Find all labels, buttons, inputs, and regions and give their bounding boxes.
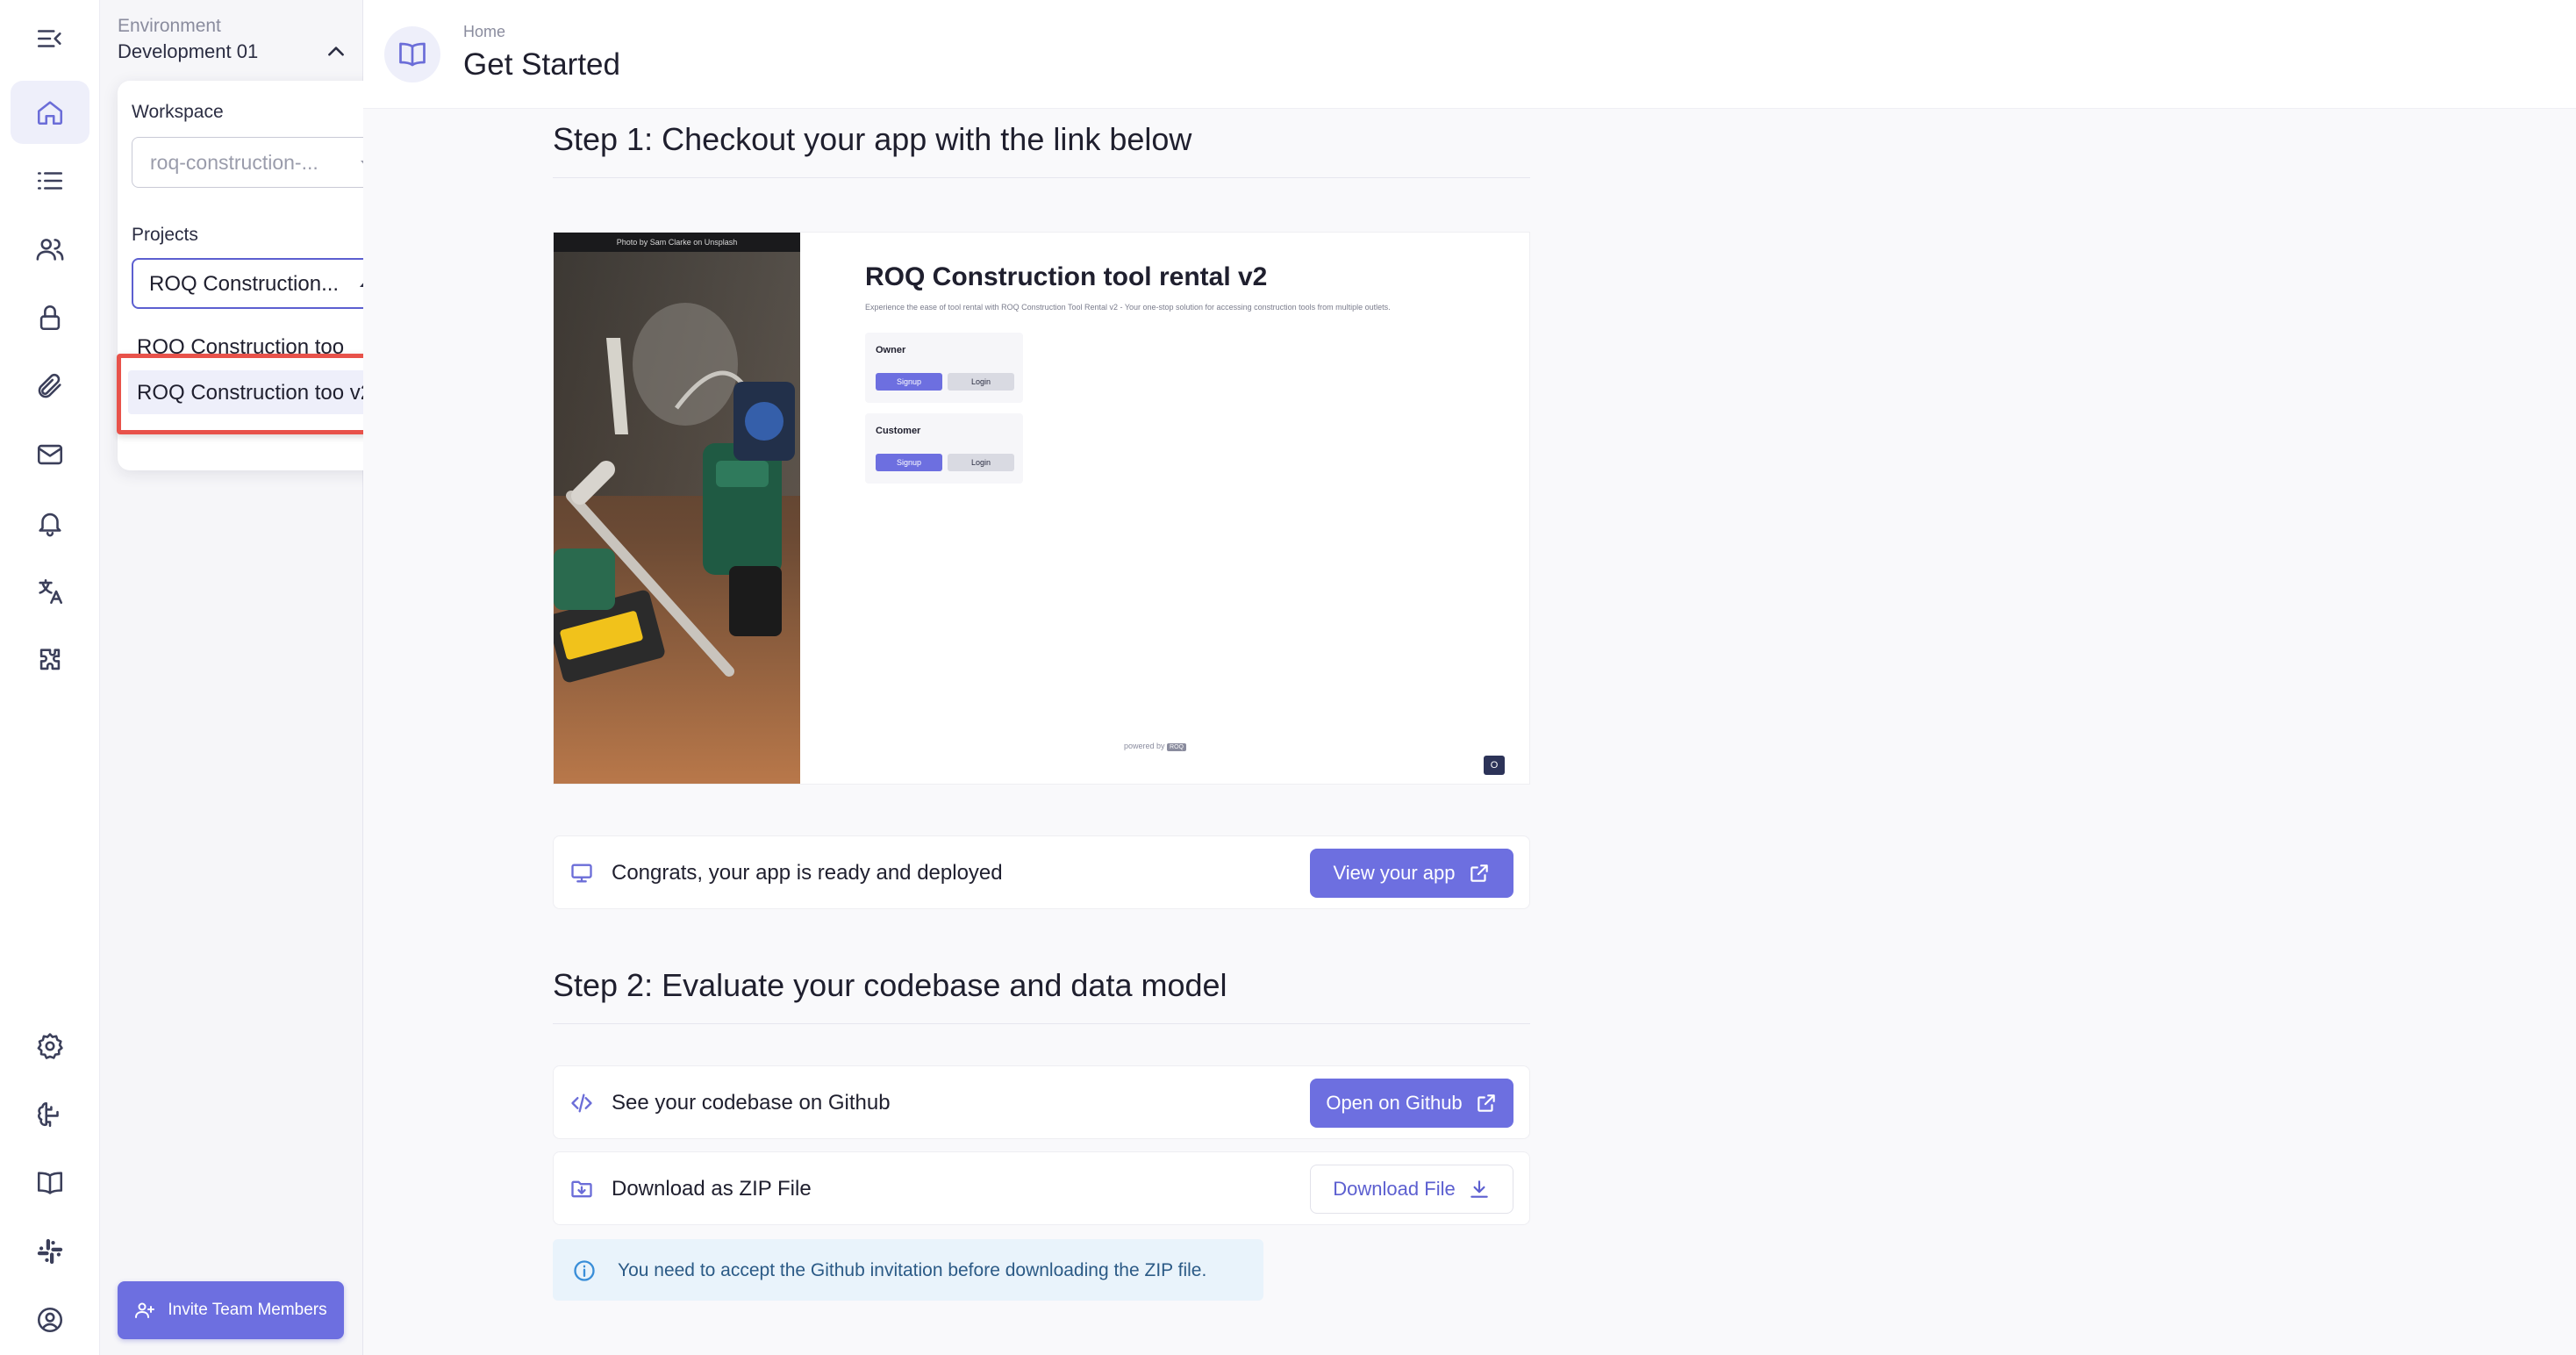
nav-files[interactable]: [11, 355, 89, 418]
info-text: You need to accept the Github invitation…: [618, 1260, 1207, 1280]
projects-select-value: ROQ Construction...: [149, 272, 340, 296]
nav-list[interactable]: [11, 149, 89, 212]
nav-translations[interactable]: [11, 560, 89, 623]
environment-label: Environment: [118, 16, 221, 36]
collapse-menu-button[interactable]: [11, 7, 89, 70]
workspace-select-value: roq-construction-...: [150, 151, 318, 174]
gear-icon: [37, 1033, 63, 1059]
corner-badge: O: [1484, 756, 1505, 775]
preview-app-title: ROQ Construction tool rental v2: [865, 262, 1268, 291]
github-row-text: See your codebase on Github: [612, 1091, 891, 1115]
nav-settings[interactable]: [11, 1014, 89, 1078]
lock-icon: [39, 305, 61, 331]
main-content: Step 1: Checkout your app with the link …: [363, 109, 2576, 1355]
monitor-icon: [569, 861, 594, 885]
download-file-button[interactable]: Download File: [1310, 1165, 1513, 1214]
list-icon: [37, 172, 63, 190]
nav-mail[interactable]: [11, 423, 89, 486]
open-github-label: Open on Github: [1326, 1092, 1463, 1114]
nav-slack[interactable]: [11, 1220, 89, 1283]
add-user-icon: [135, 1302, 155, 1318]
step1-divider: [553, 177, 1530, 178]
customer-login-button[interactable]: Login: [948, 454, 1014, 471]
role-name: Owner: [876, 345, 906, 355]
deploy-row-text: Congrats, your app is ready and deployed: [612, 861, 1003, 885]
nav-docs[interactable]: [11, 1151, 89, 1215]
step1-title: Step 1: Checkout your app with the link …: [553, 121, 1192, 157]
powered-by: powered by ROQ: [1124, 742, 1186, 751]
invite-team-members-button[interactable]: Invite Team Members: [118, 1281, 344, 1339]
paperclip-icon: [38, 373, 61, 398]
code-icon: [569, 1091, 594, 1115]
zip-row: Download as ZIP File Download File: [553, 1151, 1530, 1225]
book-open-icon: [399, 42, 426, 67]
zip-row-text: Download as ZIP File: [612, 1177, 812, 1201]
breadcrumb[interactable]: Home: [463, 23, 505, 41]
collapse-menu-icon: [37, 30, 61, 47]
nav-home[interactable]: [11, 81, 89, 144]
nav-profile[interactable]: [11, 1288, 89, 1351]
role-card-owner: Owner Signup Login: [865, 333, 1023, 403]
icon-rail: [0, 0, 100, 1355]
nav-notifications[interactable]: [11, 491, 89, 555]
step2-title: Step 2: Evaluate your codebase and data …: [553, 967, 1227, 1003]
external-link-icon: [1470, 864, 1488, 882]
page-icon: [384, 26, 440, 82]
app-preview[interactable]: Photo by Sam Clarke on Unsplash ROQ Cons…: [553, 232, 1530, 785]
home-icon: [37, 101, 63, 125]
info-icon: [574, 1260, 595, 1281]
roq-logo: ROQ: [1167, 743, 1186, 751]
owner-signup-button[interactable]: Signup: [876, 373, 942, 391]
puzzle-icon: [39, 649, 61, 670]
github-row: See your codebase on Github Open on Gith…: [553, 1065, 1530, 1139]
deploy-row: Congrats, your app is ready and deployed…: [553, 835, 1530, 909]
view-app-label: View your app: [1333, 862, 1456, 884]
bell-icon: [39, 513, 61, 537]
role-name: Customer: [876, 426, 921, 436]
brain-icon: [38, 1101, 59, 1128]
projects-select[interactable]: ROQ Construction...: [132, 258, 391, 309]
projects-label: Projects: [132, 225, 198, 245]
nav-ai[interactable]: [11, 1083, 89, 1146]
slack-icon: [37, 1238, 63, 1265]
nav-security[interactable]: [11, 286, 89, 349]
nav-users[interactable]: [11, 218, 89, 281]
folder-download-icon: [569, 1177, 594, 1201]
owner-login-button[interactable]: Login: [948, 373, 1014, 391]
download-file-label: Download File: [1333, 1178, 1456, 1200]
open-github-button[interactable]: Open on Github: [1310, 1079, 1513, 1128]
photo-credit: Photo by Sam Clarke on Unsplash: [554, 233, 800, 252]
workspace-select: roq-construction-...: [132, 137, 391, 188]
workspace-label: Workspace: [132, 102, 224, 122]
powered-by-text: powered by: [1124, 742, 1165, 750]
view-app-button[interactable]: View your app: [1310, 849, 1513, 898]
customer-signup-button[interactable]: Signup: [876, 454, 942, 471]
page-title: Get Started: [463, 47, 620, 82]
invite-button-label: Invite Team Members: [168, 1301, 327, 1319]
mail-icon: [37, 444, 63, 465]
preview-app-description: Experience the ease of tool rental with …: [865, 303, 1391, 312]
nav-integrations[interactable]: [11, 628, 89, 692]
role-card-customer: Customer Signup Login: [865, 413, 1023, 484]
chevron-up-icon: [328, 47, 344, 56]
download-icon: [1470, 1180, 1488, 1198]
page-header: Home Get Started: [363, 0, 2576, 109]
environment-selector[interactable]: Development 01: [118, 40, 258, 63]
tools-photo-illustration: [554, 233, 800, 784]
translate-icon: [39, 578, 63, 605]
info-banner: You need to accept the Github invitation…: [553, 1239, 1263, 1301]
users-icon: [36, 239, 64, 261]
user-circle-icon: [37, 1307, 63, 1333]
step2-divider: [553, 1023, 1530, 1024]
tools-photo: Photo by Sam Clarke on Unsplash: [554, 233, 800, 784]
book-icon: [37, 1172, 63, 1194]
environment-toggle[interactable]: [325, 40, 347, 63]
external-link-icon: [1477, 1094, 1495, 1112]
